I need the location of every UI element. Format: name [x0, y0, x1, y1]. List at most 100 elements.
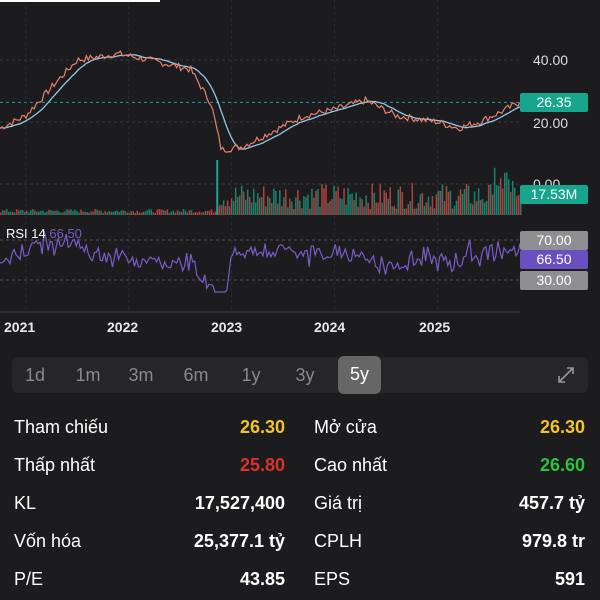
volume-bar	[242, 191, 245, 215]
volume-bar	[427, 196, 430, 215]
volume-bar	[515, 196, 518, 215]
volume-bar	[236, 197, 239, 215]
expand-icon[interactable]	[556, 365, 576, 385]
stat-row: Tham chiếu 26.30 Mở cửa 26.30	[0, 409, 600, 445]
volume-bar	[287, 207, 289, 215]
tab-1m[interactable]: 1m	[67, 357, 109, 393]
volume-bar	[329, 201, 331, 215]
volume-bar	[92, 211, 94, 215]
volume-bar	[365, 195, 367, 215]
volume-bar	[511, 180, 514, 215]
volume-bar	[116, 210, 118, 215]
tab-3m[interactable]: 3m	[120, 357, 162, 393]
volume-bar	[180, 211, 183, 215]
year-label: 2024	[314, 319, 346, 335]
volume-bar	[244, 199, 247, 215]
volume-bar	[106, 212, 108, 215]
volume-bar	[2, 210, 4, 215]
tab-6m[interactable]: 6m	[175, 357, 217, 393]
volume-bar	[162, 209, 165, 215]
volume-bar	[269, 198, 271, 215]
volume-bar	[397, 189, 400, 215]
volume-bar	[443, 201, 446, 215]
volume-bar	[411, 183, 414, 215]
volume-bar	[42, 210, 44, 215]
tab-3y[interactable]: 3y	[284, 357, 326, 393]
stat-value: 979.8 tr	[521, 531, 585, 551]
volume-bar	[38, 211, 40, 215]
volume-bar	[196, 212, 199, 215]
volume-bar	[66, 209, 68, 215]
volume-bar	[214, 211, 217, 215]
volume-bar	[451, 208, 454, 215]
volume-bar	[98, 210, 100, 215]
tab-5y[interactable]: 5y	[338, 356, 381, 394]
year-label: 2025	[419, 319, 451, 335]
volume-bar	[202, 211, 205, 215]
volume-bar	[493, 167, 496, 215]
volume-bar	[415, 208, 418, 215]
volume-bar	[313, 197, 315, 215]
volume-bar	[353, 200, 355, 215]
volume-bar	[206, 210, 209, 215]
volume-bar	[301, 208, 303, 215]
last-price-tag: 26.35	[520, 93, 588, 112]
volume-bar	[467, 185, 470, 215]
volume-bar	[198, 211, 201, 215]
tab-1y[interactable]: 1y	[230, 357, 272, 393]
volume-bar	[224, 206, 227, 215]
volume-bar	[277, 203, 279, 215]
volume-bar	[144, 211, 147, 215]
volume-bar	[72, 211, 74, 215]
volume-bar	[423, 205, 426, 215]
volume-bar	[96, 209, 98, 215]
volume-bar	[307, 194, 309, 215]
stat-value: 26.30	[539, 417, 585, 437]
volume-bar	[122, 210, 124, 215]
stat-row: Thấp nhất 25.80 Cao nhất 26.60	[0, 447, 600, 483]
volume-bar	[6, 209, 8, 215]
volume-bar	[327, 203, 329, 215]
volume-bar	[172, 210, 175, 215]
volume-bar	[12, 211, 14, 215]
rsi-value-tag: 66.50	[520, 250, 588, 269]
volume-bar	[283, 197, 285, 215]
volume-bar	[28, 212, 30, 215]
volume-bar	[459, 189, 462, 215]
volume-bar	[393, 205, 396, 215]
volume-bar	[483, 202, 486, 215]
volume-bar	[140, 212, 143, 215]
stat-label: Thấp nhất	[14, 455, 96, 475]
volume-bar	[34, 210, 36, 215]
volume-bar	[104, 211, 106, 215]
volume-bar	[254, 202, 257, 215]
volume-bar	[317, 189, 319, 215]
volume-bar	[126, 212, 128, 215]
volume-bar	[297, 190, 299, 215]
volume-bar	[94, 209, 96, 215]
rsi-70-tag: 70.00	[520, 231, 588, 250]
volume-bar	[18, 210, 20, 215]
price-axis-label: 20.00	[533, 115, 569, 131]
volume-bar	[295, 197, 297, 215]
volume-bar	[120, 210, 122, 215]
volume-bar	[399, 186, 402, 215]
price-chart[interactable]	[0, 0, 600, 318]
stat-label: Mở cửa	[314, 417, 377, 437]
volume-bar	[240, 185, 243, 215]
volume-bar	[128, 212, 130, 215]
volume-bar	[291, 201, 293, 215]
volume-bar	[10, 211, 12, 215]
volume-bar	[138, 212, 141, 215]
volume-bar	[355, 192, 357, 215]
volume-bar	[471, 204, 474, 215]
rsi-label: RSI 14 66.50	[6, 226, 82, 241]
volume-bar	[271, 203, 273, 215]
stat-label: CPLH	[314, 531, 363, 551]
volume-bar	[22, 210, 24, 215]
volume-bar	[174, 212, 177, 215]
volume-bar	[505, 172, 508, 215]
tab-1d[interactable]: 1d	[14, 357, 56, 393]
volume-bar	[142, 211, 145, 215]
volume-bar	[48, 209, 50, 215]
